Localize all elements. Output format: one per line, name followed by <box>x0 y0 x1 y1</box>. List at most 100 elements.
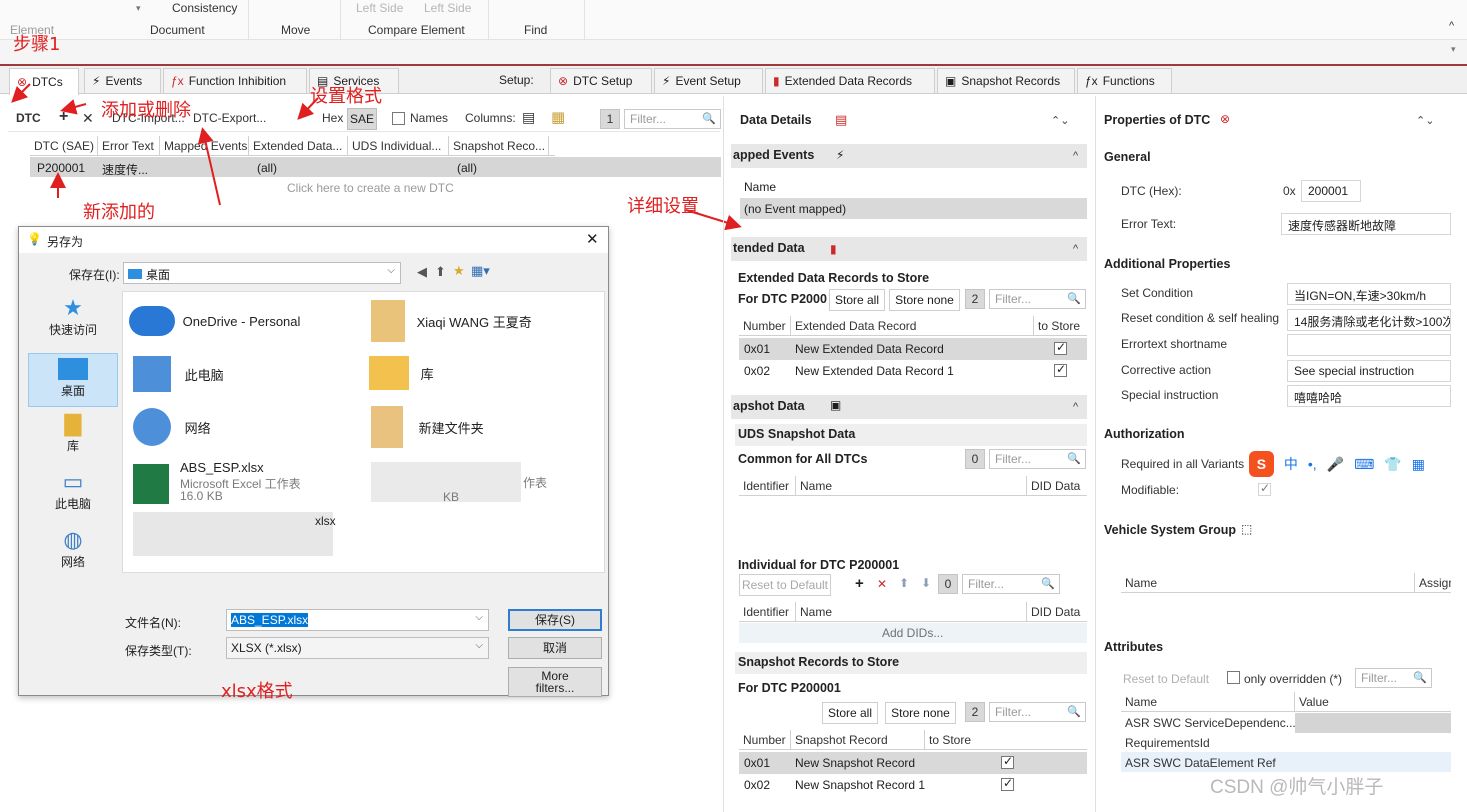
column-header[interactable]: to Store <box>1034 316 1087 335</box>
section-collapse-icon[interactable]: ^ <box>1073 401 1078 413</box>
file-item[interactable]: 网络 <box>133 408 211 446</box>
panel-divider[interactable] <box>1095 96 1096 812</box>
dialog-title-bar: 💡 另存为 ✕ <box>19 227 608 253</box>
save-in-select[interactable]: 桌面 ⌵ <box>123 262 401 284</box>
column-header[interactable]: Number <box>739 316 791 335</box>
attr-name-cell[interactable]: RequirementsId <box>1125 736 1210 750</box>
reset-to-default-button[interactable]: Reset to Default <box>739 574 831 596</box>
ext-filter-input[interactable]: Filter... 🔍 <box>989 289 1086 309</box>
column-header[interactable]: DID Data <box>1027 476 1087 495</box>
view-menu-icon[interactable]: ▦▾ <box>471 263 490 279</box>
ime-chinese-toggle[interactable]: 中 <box>1284 454 1298 474</box>
column-header[interactable]: Assign <box>1415 573 1451 592</box>
column-header[interactable]: to Store <box>925 730 1087 749</box>
save-as-dialog: 💡 另存为 ✕ 保存在(I): 桌面 ⌵ ◀ ⬆ ★ ▦▾ ★ 快速访问 桌面 … <box>18 226 609 702</box>
lightbulb-icon: 💡 <box>27 232 42 246</box>
column-header[interactable]: Snapshot Record <box>791 730 925 749</box>
snap-number-cell: 0x01 <box>744 756 771 770</box>
column-header[interactable]: Number <box>739 730 791 749</box>
delete-icon[interactable]: ✕ <box>877 577 887 591</box>
column-header[interactable]: Name <box>796 602 1027 621</box>
error-text-input[interactable]: 速度传感器断地故障 <box>1281 213 1451 235</box>
add-icon[interactable]: + <box>855 575 864 592</box>
column-header[interactable]: Identifier <box>739 602 796 621</box>
snap-name-cell: New Snapshot Record 1 <box>795 778 926 792</box>
section-collapse-icon[interactable]: ^ <box>1073 243 1078 255</box>
common-filter-input[interactable]: Filter... 🔍 <box>989 449 1086 469</box>
file-item[interactable]: 库 <box>369 356 434 390</box>
store-none-button[interactable]: Store none <box>889 289 960 311</box>
panel-divider[interactable] <box>723 96 724 812</box>
modifiable-checkbox[interactable] <box>1258 481 1271 496</box>
close-icon[interactable]: ✕ <box>586 230 599 248</box>
move-up-icon[interactable]: ⬆ <box>899 576 909 590</box>
place-libraries[interactable]: ▇ 库 <box>28 411 118 465</box>
mapped-events-header[interactable]: apped Events <box>733 148 814 162</box>
column-header[interactable]: Value <box>1295 692 1451 711</box>
to-store-checkbox[interactable] <box>1001 776 1014 791</box>
individual-filter-input[interactable]: Filter... 🔍 <box>962 574 1060 594</box>
store-all-button[interactable]: Store all <box>822 702 878 724</box>
place-quick-access[interactable]: ★ 快速访问 <box>28 295 118 349</box>
filetype-select[interactable]: XLSX (*.xlsx) ⌵ <box>226 637 489 659</box>
ime-punctuation-toggle[interactable]: •, <box>1308 456 1317 472</box>
column-header[interactable]: Name <box>1121 573 1415 592</box>
column-header[interactable]: Name <box>796 476 1027 495</box>
keyboard-icon[interactable]: ⌨ <box>1354 456 1374 473</box>
snap-filter-input[interactable]: Filter... 🔍 <box>989 702 1086 722</box>
column-header[interactable]: Extended Data Record <box>791 316 1034 335</box>
column-header[interactable]: DID Data <box>1027 602 1087 621</box>
additional-section: Additional Properties <box>1104 257 1231 271</box>
to-store-checkbox[interactable] <box>1001 754 1014 769</box>
collapse-expand-icon[interactable]: ⌃⌄ <box>1416 114 1434 127</box>
reset-condition-input[interactable]: 14服务清除或老化计数>100次 <box>1287 309 1451 331</box>
snapshot-data-header[interactable]: apshot Data <box>733 399 805 413</box>
dtc-hex-input[interactable]: 200001 <box>1301 180 1361 202</box>
save-button[interactable]: 保存(S) <box>508 609 602 631</box>
onedrive-icon <box>129 306 175 336</box>
more-filters-button[interactable]: More filters... <box>508 667 602 697</box>
section-collapse-icon[interactable]: ^ <box>1073 150 1078 162</box>
store-all-button[interactable]: Store all <box>829 289 885 311</box>
to-store-checkbox[interactable] <box>1054 340 1067 355</box>
store-none-button[interactable]: Store none <box>885 702 956 724</box>
attr-name-cell[interactable]: ASR SWC ServiceDependenc... <box>1125 716 1296 730</box>
attr-reset-button[interactable]: Reset to Default <box>1123 672 1209 686</box>
back-icon[interactable]: ◀ <box>417 264 427 280</box>
common-grid-header: Identifier Name DID Data <box>739 476 1087 496</box>
corrective-input[interactable]: See special instruction <box>1287 360 1451 382</box>
new-folder-icon[interactable]: ★ <box>453 263 465 279</box>
place-this-pc[interactable]: ▭ 此电脑 <box>28 469 118 523</box>
column-header[interactable]: Name <box>1121 692 1295 711</box>
column-header[interactable]: Identifier <box>739 476 796 495</box>
individual-count: 0 <box>938 574 958 594</box>
attr-name-cell[interactable]: ASR SWC DataElement Ref <box>1125 756 1276 770</box>
microphone-icon[interactable]: 🎤 <box>1327 456 1344 473</box>
search-icon: 🔍 <box>1067 453 1081 465</box>
filename-input[interactable]: ABS_ESP.xlsx ⌵ <box>226 609 489 631</box>
only-overridden-checkbox[interactable] <box>1227 671 1240 684</box>
file-item[interactable]: Xiaqi WANG 王夏奇 <box>371 300 532 342</box>
cancel-button[interactable]: 取消 <box>508 637 602 659</box>
desktop-folder-icon <box>128 269 142 279</box>
file-item[interactable]: 此电脑 <box>133 356 224 392</box>
special-input[interactable]: 嘻嘻哈哈 <box>1287 385 1451 407</box>
file-item[interactable]: OneDrive - Personal <box>129 306 300 336</box>
sogou-icon[interactable]: S <box>1249 451 1274 477</box>
skin-icon[interactable]: 👕 <box>1384 456 1401 473</box>
lightning-icon: ⚡ <box>836 148 845 162</box>
extended-data-header[interactable]: tended Data <box>733 241 805 255</box>
place-network[interactable]: ◍ 网络 <box>28 527 118 581</box>
attr-filter-input[interactable]: Filter... 🔍 <box>1355 668 1432 688</box>
move-down-icon[interactable]: ⬇ <box>921 576 931 590</box>
set-condition-input[interactable]: 当IGN=ON,车速>30km/h <box>1287 283 1451 305</box>
add-dids-link[interactable]: Add DIDs... <box>882 626 943 640</box>
attr-value-cell[interactable] <box>1295 713 1451 733</box>
grid-menu-icon[interactable]: ▦ <box>1412 456 1425 473</box>
to-store-checkbox[interactable] <box>1054 362 1067 377</box>
collapse-expand-icon[interactable]: ⌃⌄ <box>1051 114 1069 127</box>
file-item[interactable]: 新建文件夹 <box>371 406 484 448</box>
place-desktop[interactable]: 桌面 <box>28 353 118 407</box>
errortext-short-input[interactable] <box>1287 334 1451 356</box>
up-folder-icon[interactable]: ⬆ <box>435 264 446 280</box>
